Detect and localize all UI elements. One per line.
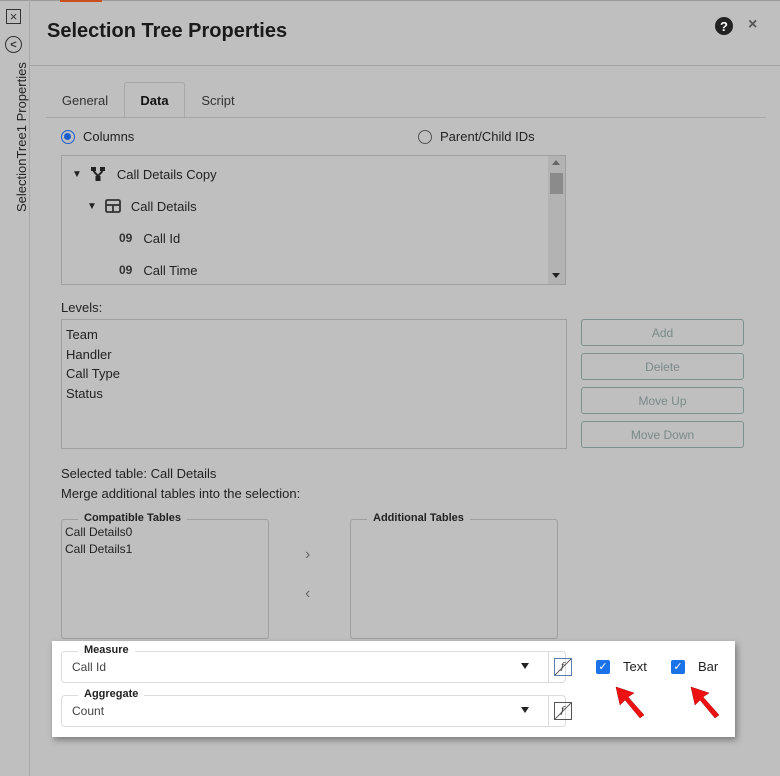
- dialog-title: Selection Tree Properties: [47, 20, 288, 42]
- scroll-thumb[interactable]: [550, 173, 563, 194]
- collapse-panel-icon[interactable]: <: [5, 36, 22, 53]
- add-table-arrow-icon[interactable]: ›: [305, 546, 310, 564]
- chevron-down-icon[interactable]: [521, 707, 529, 713]
- add-level-button[interactable]: Add: [581, 319, 744, 346]
- compatible-table-item[interactable]: Call Details1: [65, 541, 265, 558]
- bar-checkbox-label: Bar: [698, 659, 719, 674]
- radio-parent-child-label: Parent/Child IDs: [440, 129, 535, 144]
- checkbox-checked-icon[interactable]: ✓: [596, 659, 610, 674]
- aggregate-label: Aggregate: [78, 688, 145, 700]
- side-rail: × < SelectionTree1 Properties: [0, 0, 30, 776]
- compatible-table-item[interactable]: Call Details0: [65, 524, 265, 541]
- checkbox-checked-icon[interactable]: ✓: [671, 659, 685, 674]
- compatible-tables-list[interactable]: Compatible Tables Call Details0 Call Det…: [61, 512, 269, 639]
- tab-general[interactable]: General: [46, 82, 124, 118]
- top-border: [0, 0, 780, 1]
- tab-data[interactable]: Data: [124, 82, 185, 119]
- annotation-arrow-icon: [615, 686, 645, 719]
- numeric-column-icon: 09: [119, 263, 133, 277]
- tree-item[interactable]: ▼ Call Details Copy: [72, 164, 217, 184]
- radio-parent-child-ids[interactable]: Parent/Child IDs: [418, 129, 535, 144]
- column-tree[interactable]: ▼ Call Details Copy ▼ Call Details 09 Ca…: [61, 155, 566, 285]
- radio-dot: [418, 129, 432, 144]
- tab-script[interactable]: Script: [185, 82, 251, 118]
- aggregate-value: Count: [72, 704, 105, 718]
- help-icon[interactable]: ?: [715, 17, 733, 35]
- numeric-column-icon: 09: [119, 231, 133, 245]
- tree-item-label: Call Time: [143, 262, 198, 278]
- measure-value: Call Id: [72, 660, 107, 674]
- rail-close-icon[interactable]: ×: [6, 9, 21, 24]
- remove-table-arrow-icon[interactable]: ‹: [305, 585, 310, 603]
- scroll-up-icon[interactable]: [552, 160, 560, 165]
- tree-item[interactable]: 09 Call Id: [119, 228, 180, 248]
- levels-label: Levels:: [61, 300, 103, 315]
- aggregate-combobox[interactable]: Aggregate Count f: [61, 688, 572, 727]
- measure-options-panel: Measure Call Id f Aggregate Count f ✓ Te…: [52, 641, 735, 737]
- header-divider: [30, 65, 780, 66]
- delete-level-button[interactable]: Delete: [581, 353, 744, 380]
- tree-item[interactable]: 09 Call Time: [119, 260, 198, 280]
- rail-label[interactable]: SelectionTree1 Properties: [14, 62, 29, 212]
- expand-triangle-icon[interactable]: ▼: [72, 169, 82, 180]
- radio-dot-selected: [61, 129, 75, 144]
- bar-checkbox[interactable]: ✓ Bar: [671, 659, 718, 674]
- compatible-tables-title: Compatible Tables: [78, 512, 187, 524]
- move-up-button[interactable]: Move Up: [581, 387, 744, 414]
- level-item[interactable]: Handler: [66, 345, 562, 365]
- merge-icon: [90, 167, 105, 181]
- measure-label: Measure: [78, 644, 135, 656]
- scroll-down-icon[interactable]: [552, 273, 560, 278]
- annotation-arrow-icon: [690, 686, 720, 719]
- additional-tables-title: Additional Tables: [367, 512, 470, 524]
- tree-item[interactable]: ▼ Call Details: [87, 196, 197, 216]
- merge-instruction: Merge additional tables into the selecti…: [61, 486, 301, 501]
- level-item[interactable]: Team: [66, 325, 562, 345]
- additional-tables-list[interactable]: Additional Tables: [350, 512, 558, 639]
- tree-item-label: Call Details: [130, 198, 197, 214]
- text-checkbox-label: Text: [623, 659, 647, 674]
- active-panel-indicator: [60, 0, 102, 2]
- tree-scrollbar[interactable]: [548, 156, 565, 284]
- table-icon: [105, 199, 121, 213]
- tree-item-label: Call Id: [143, 230, 181, 246]
- formula-icon: f: [553, 658, 572, 676]
- measure-combobox[interactable]: Measure Call Id f: [61, 644, 572, 683]
- selected-table-text: Selected table: Call Details: [61, 466, 217, 481]
- radio-columns[interactable]: Columns: [61, 129, 134, 144]
- measure-formula-button[interactable]: f: [548, 651, 576, 683]
- levels-list[interactable]: Team Handler Call Type Status: [61, 319, 567, 449]
- level-item[interactable]: Call Type: [66, 364, 562, 384]
- tree-item-label: Call Details Copy: [116, 166, 217, 182]
- move-down-button[interactable]: Move Down: [581, 421, 744, 448]
- expand-triangle-icon[interactable]: ▼: [87, 201, 97, 212]
- radio-columns-label: Columns: [83, 129, 135, 144]
- chevron-down-icon[interactable]: [521, 663, 529, 669]
- formula-icon: f: [553, 702, 572, 720]
- close-icon[interactable]: ×: [748, 16, 757, 34]
- level-item[interactable]: Status: [66, 384, 562, 404]
- tab-bar: General Data Script: [46, 82, 766, 119]
- aggregate-formula-button[interactable]: f: [548, 695, 576, 727]
- text-checkbox[interactable]: ✓ Text: [596, 659, 647, 674]
